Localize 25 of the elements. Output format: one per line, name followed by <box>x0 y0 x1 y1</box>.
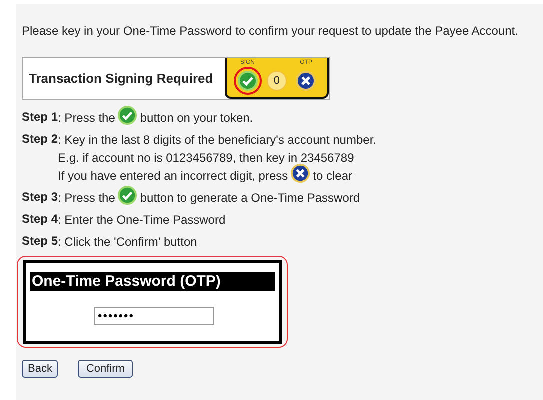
step-text: button on your token. <box>140 111 254 125</box>
digit-key: 0 <box>266 70 287 90</box>
step-text: E.g. if account no is 0123456789, then key in 23456789 <box>58 151 354 165</box>
step-text: button to generate a One-Time Password <box>140 191 360 205</box>
step-label: Step 4 <box>22 212 58 228</box>
step-text: : Press the <box>58 191 116 205</box>
banner-title: Transaction Signing Required <box>28 71 214 86</box>
step-label: Step 2 <box>22 132 58 148</box>
otp-title: One-Time Password (OTP) <box>30 272 275 291</box>
step-text: : Press the <box>58 111 116 125</box>
form-button[interactable]: Back <box>22 360 58 378</box>
intro-text: Please key in your One-Time Password to confirm your request to update the Payee Account. <box>22 24 520 38</box>
step-text: : Click the 'Confirm' button <box>58 235 198 249</box>
step-text: If you have entered an incorrect digit, press <box>58 169 288 183</box>
step-text: : Key in the last 8 digits of the beneficiary's account number. <box>58 133 376 147</box>
step-label: Step 3 <box>22 190 58 206</box>
otp-field[interactable]: ••••••• <box>94 307 214 325</box>
step-label: Step 1 <box>22 110 58 126</box>
step-text: to clear <box>313 169 353 183</box>
step-text: : Enter the One-Time Password <box>58 213 226 227</box>
step-label: Step 5 <box>22 234 58 250</box>
check-icon <box>118 106 138 124</box>
form-button[interactable]: Confirm <box>78 360 133 378</box>
clear-icon <box>291 164 310 182</box>
check-icon <box>118 186 138 204</box>
